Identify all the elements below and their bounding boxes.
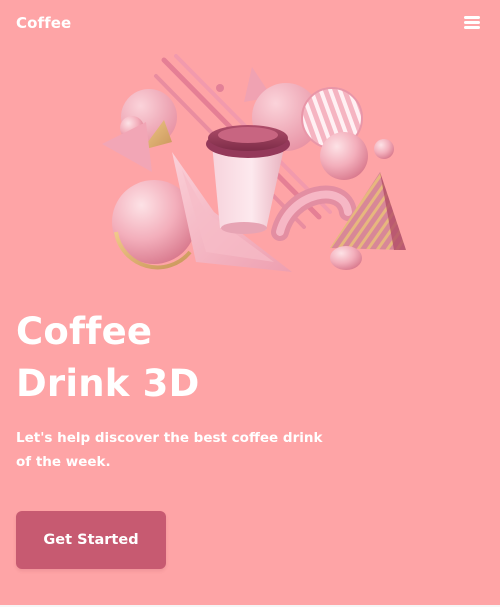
hamburger-menu-icon[interactable]: [462, 14, 482, 30]
get-started-button[interactable]: Get Started: [16, 511, 166, 569]
brand-logo[interactable]: Coffee: [16, 14, 71, 32]
top-bar: Coffee: [0, 0, 500, 48]
coffee-3d-illustration: [94, 52, 414, 287]
hero-title-line-2: Drink 3D: [16, 362, 200, 405]
hero-subtitle: Let's help discover the best coffee drin…: [16, 430, 323, 470]
hero-title-line-1: Coffee: [16, 310, 153, 353]
hero-title: Coffee Drink 3D: [16, 306, 200, 410]
